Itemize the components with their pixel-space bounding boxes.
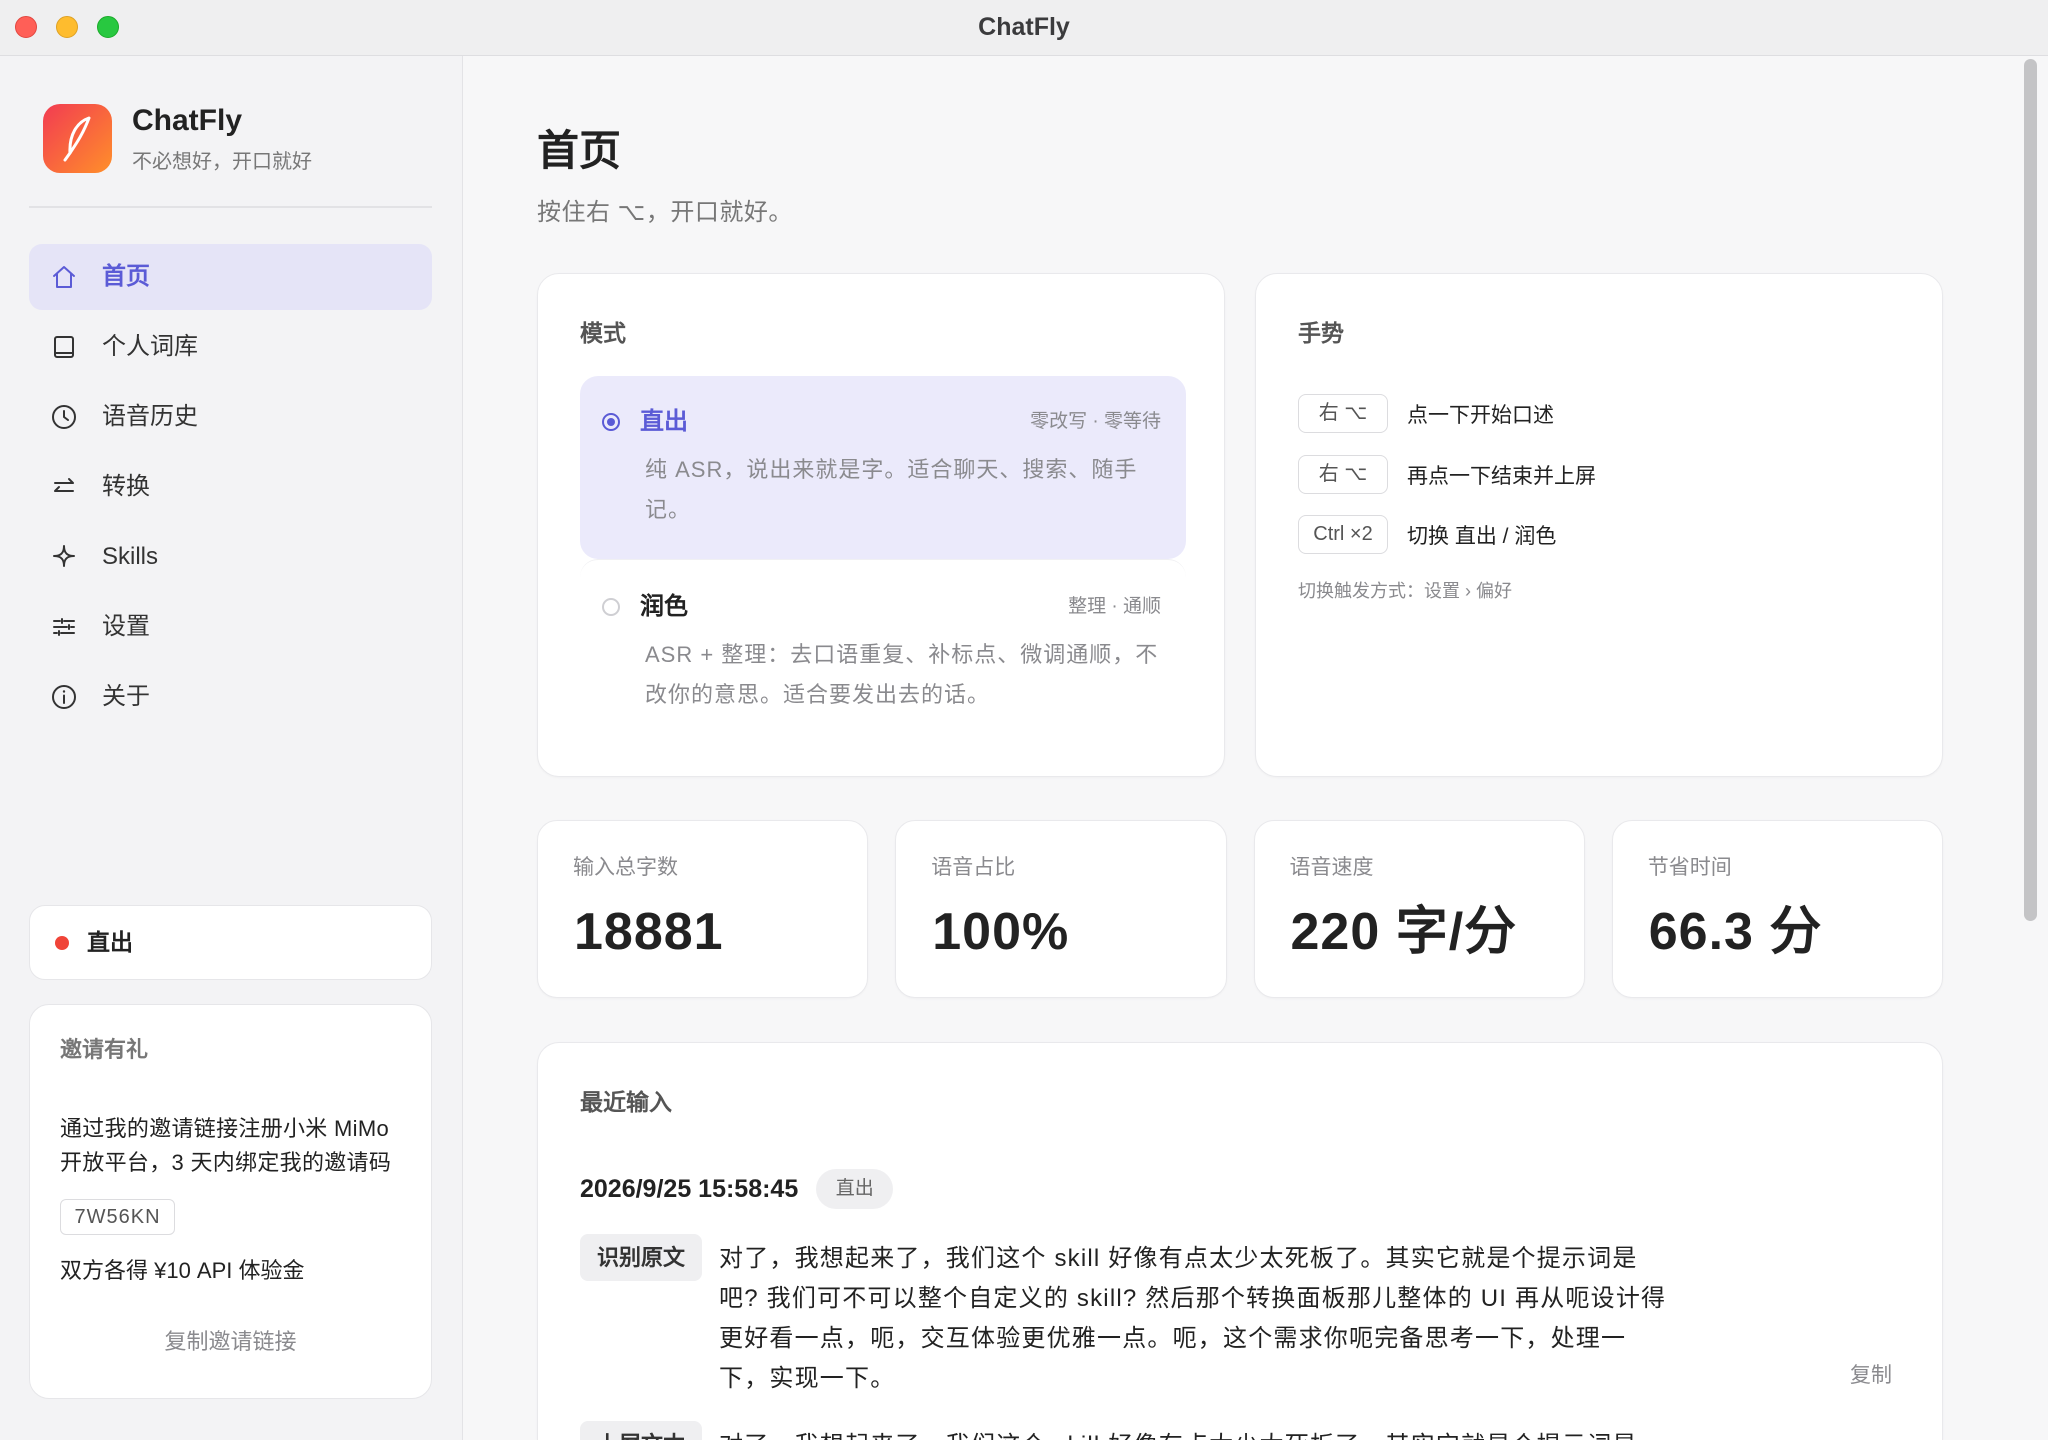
invite-description: 通过我的邀请链接注册小米 MiMo 开放平台，3 天内绑定我的邀请码: [60, 1116, 392, 1175]
sidebar-item-skills[interactable]: Skills: [29, 524, 432, 590]
sidebar-item-label: 转换: [102, 473, 150, 500]
mode-option-description: ASR + 整理：去口语重复、补标点、微调通顺，不改你的意思。适合要发出去的话。: [645, 642, 1159, 707]
sidebar-item-label: 设置: [102, 613, 150, 640]
gesture-card-title: 手势: [1298, 320, 1344, 346]
clock-icon: [50, 403, 78, 431]
sidebar-item-vocabulary[interactable]: 个人词库: [29, 314, 432, 380]
mode-option-title: 直出: [640, 408, 688, 435]
copy-invite-link-button[interactable]: 复制邀请链接: [30, 1328, 431, 1356]
output-text[interactable]: 对了，我想起来了，我们这个 skill 好像有点太少太死板了。其实它就是个提示词…: [719, 1426, 1674, 1440]
current-mode-label: 直出: [87, 929, 133, 955]
mode-option-meta: 零改写 · 零等待: [1030, 411, 1161, 432]
gesture-row: 右 ⌥ 再点一下结束并上屏: [1298, 455, 1596, 494]
mode-option-polish[interactable]: 润色 整理 · 通顺 ASR + 整理：去口语重复、补标点、微调通顺，不改你的意…: [580, 559, 1186, 742]
stat-card-voice-speed: 语音速度 220 字/分: [1253, 820, 1585, 998]
gesture-description: 切换 直出 / 润色: [1407, 524, 1557, 548]
stat-card-time-saved: 节省时间 66.3 分: [1611, 820, 1943, 998]
mode-option-description: 纯 ASR，说出来就是字。适合聊天、搜索、随手记。: [645, 457, 1138, 522]
radio-button[interactable]: [602, 413, 620, 431]
raw-text[interactable]: 对了，我想起来了，我们这个 skill 好像有点太少太死板了。其实它就是个提示词…: [719, 1239, 1674, 1399]
output-text-tag: 上屏文本: [580, 1421, 702, 1440]
book-icon: [50, 333, 78, 361]
sidebar-item-about[interactable]: 关于: [29, 664, 432, 730]
stat-value: 66.3 分: [1648, 903, 1823, 961]
recent-input-title: 最近输入: [580, 1089, 672, 1115]
mode-option-meta: 整理 · 通顺: [1068, 596, 1161, 617]
recent-input-card: 最近输入 2026/9/25 15:58:45 直出 识别原文 对了，我想起来了…: [537, 1042, 1943, 1440]
sidebar-item-convert[interactable]: 转换: [29, 454, 432, 520]
stat-label: 语音速度: [1289, 856, 1374, 879]
vertical-scrollbar[interactable]: [2024, 59, 2037, 921]
swap-arrows-icon: [50, 473, 78, 501]
copy-button[interactable]: 复制: [1850, 1362, 1892, 1390]
sliders-icon: [50, 613, 78, 641]
app-name: ChatFly: [132, 104, 243, 137]
invite-reward: 双方各得 ¥10 API 体验金: [60, 1258, 305, 1283]
stat-card-total-chars: 输入总字数 18881: [537, 820, 869, 998]
sidebar-item-label: Skills: [102, 543, 159, 570]
shortcut-key-badge: Ctrl ×2: [1298, 515, 1388, 554]
gesture-row: Ctrl ×2 切换 直出 / 润色: [1298, 515, 1556, 554]
gesture-description: 再点一下结束并上屏: [1407, 464, 1596, 488]
shortcut-key-badge: 右 ⌥: [1298, 394, 1388, 433]
mode-card: 模式 直出 零改写 · 零等待 纯 ASR，说出来就是字。适合聊天、搜索、随手记…: [537, 273, 1225, 777]
gesture-description: 点一下开始口述: [1407, 403, 1554, 427]
mode-option-direct[interactable]: 直出 零改写 · 零等待 纯 ASR，说出来就是字。适合聊天、搜索、随手记。: [580, 376, 1186, 559]
sparkle-icon: [50, 543, 78, 571]
sidebar-item-label: 语音历史: [102, 403, 198, 430]
gesture-settings-hint: 切换触发方式：设置 › 偏好: [1298, 581, 1512, 601]
stat-card-voice-ratio: 语音占比 100%: [895, 820, 1227, 998]
home-icon: [50, 263, 78, 291]
invite-card: 邀请有礼 通过我的邀请链接注册小米 MiMo 开放平台，3 天内绑定我的邀请码 …: [29, 1004, 432, 1399]
gesture-row: 右 ⌥ 点一下开始口述: [1298, 394, 1554, 433]
info-icon: [50, 683, 78, 711]
current-mode-status[interactable]: 直出: [29, 905, 432, 980]
sidebar-item-label: 首页: [102, 263, 150, 290]
sidebar: ChatFly 不必想好，开口就好 首页 个人词库 语音历史 转换 Skills: [0, 56, 463, 1440]
gesture-card: 手势 右 ⌥ 点一下开始口述 右 ⌥ 再点一下结束并上屏 Ctrl ×2 切换 …: [1255, 273, 1943, 777]
stat-label: 节省时间: [1647, 856, 1732, 879]
mode-card-title: 模式: [580, 320, 626, 346]
page-title: 首页: [537, 127, 622, 174]
stat-value: 18881: [574, 903, 724, 961]
window-title: ChatFly: [978, 13, 1070, 41]
mode-option-title: 润色: [640, 593, 688, 620]
stat-value: 220 字/分: [1290, 903, 1518, 961]
sidebar-item-settings[interactable]: 设置: [29, 594, 432, 660]
entry-timestamp: 2026/9/25 15:58:45: [580, 1175, 799, 1203]
stat-label: 语音占比: [931, 856, 1016, 879]
radio-button[interactable]: [602, 598, 620, 616]
sidebar-item-home[interactable]: 首页: [29, 244, 432, 310]
app-tagline: 不必想好，开口就好: [132, 151, 312, 173]
entry-mode-badge: 直出: [816, 1169, 894, 1209]
shortcut-key-badge: 右 ⌥: [1298, 455, 1388, 494]
raw-text-tag: 识别原文: [580, 1234, 702, 1281]
invite-code[interactable]: 7W56KN: [60, 1199, 175, 1235]
app-logo-feather-icon: [43, 104, 112, 173]
page-subtitle: 按住右 ⌥，开口就好。: [537, 199, 793, 226]
window-titlebar: ChatFly: [0, 0, 2048, 56]
recording-status-dot-icon: [55, 936, 69, 950]
main-content: 首页 按住右 ⌥，开口就好。 模式 直出 零改写 · 零等待 纯 ASR，说出来…: [463, 56, 2048, 1440]
sidebar-item-label: 个人词库: [102, 333, 198, 360]
invite-title: 邀请有礼: [60, 1037, 149, 1062]
sidebar-item-history[interactable]: 语音历史: [29, 384, 432, 450]
sidebar-divider: [29, 206, 432, 208]
entry-header: 2026/9/25 15:58:45 直出: [580, 1169, 894, 1209]
stat-value: 100%: [932, 903, 1070, 961]
stats-row: 输入总字数 18881 语音占比 100% 语音速度 220 字/分 节省时间 …: [537, 820, 1943, 998]
stat-label: 输入总字数: [573, 856, 678, 879]
sidebar-item-label: 关于: [102, 683, 150, 710]
